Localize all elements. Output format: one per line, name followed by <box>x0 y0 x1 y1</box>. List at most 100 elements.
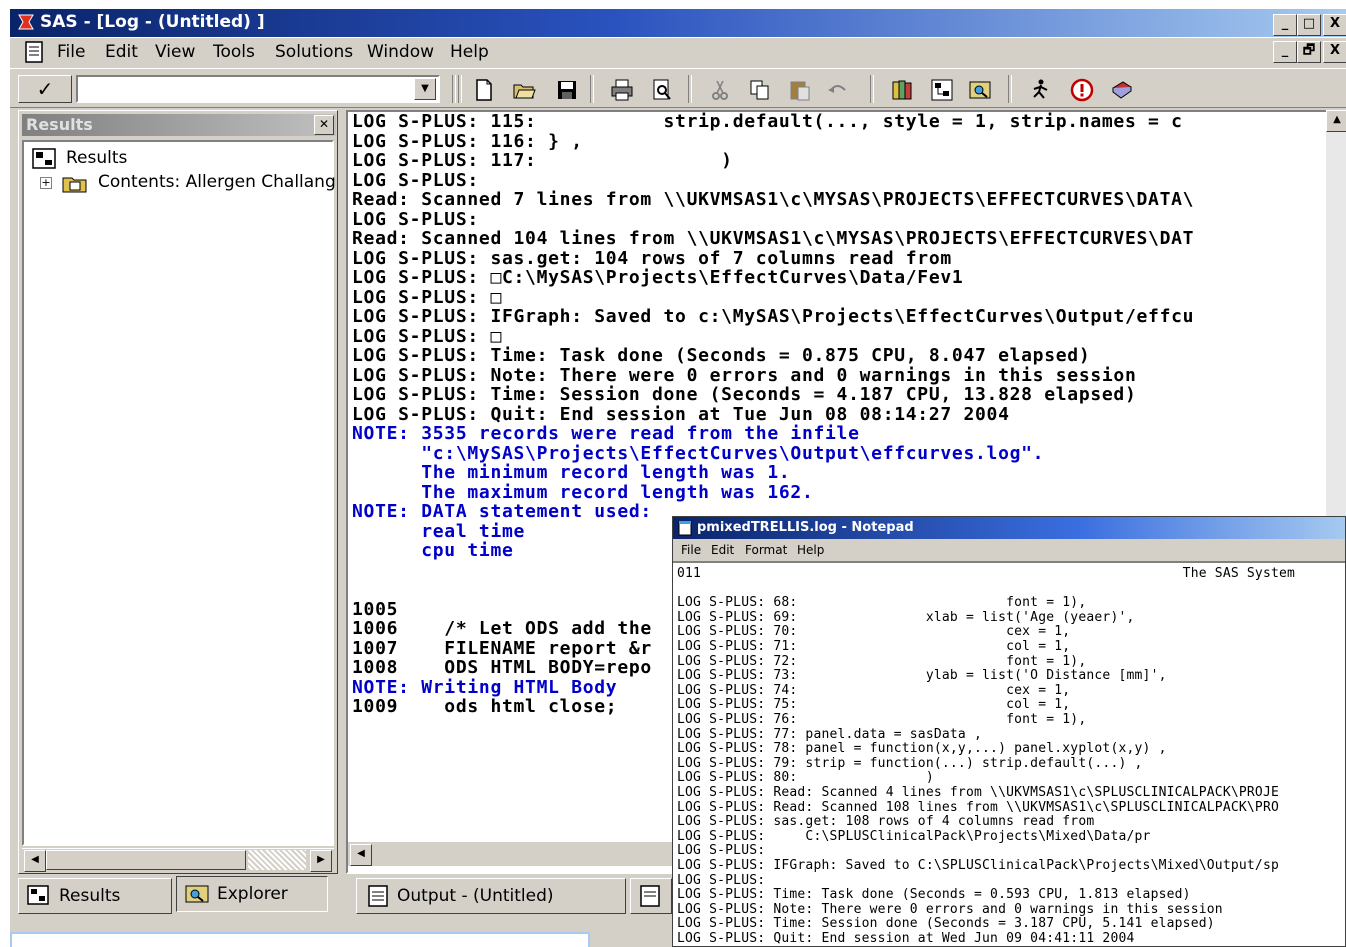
log-line: 1005 <box>352 598 399 620</box>
notepad-line: LOG S-PLUS: Read: Scanned 4 lines from \… <box>677 785 1279 800</box>
notepad-line: LOG S-PLUS: 68: font = 1), <box>677 595 1087 611</box>
scroll-up-button[interactable]: ▲ <box>1326 110 1346 132</box>
tab-output-label: Output - (Untitled) <box>397 886 554 906</box>
results-folder-icon <box>62 177 87 193</box>
notepad-line: LOG S-PLUS: 79: strip = function(...) st… <box>677 755 1143 771</box>
results-root-label[interactable]: Results <box>66 148 127 168</box>
results-hscrollbar[interactable]: ◀ ▶ <box>22 848 334 872</box>
doc-close-button[interactable]: X <box>1323 41 1346 63</box>
log-line: real time <box>352 520 526 542</box>
doc-minimize-button[interactable]: _ <box>1273 41 1297 63</box>
tab-output[interactable]: Output - (Untitled) <box>356 878 626 914</box>
log-line: LOG S-PLUS: □C:\MySAS\Projects\EffectCur… <box>352 267 964 288</box>
notepad-line: LOG S-PLUS: 71: col = 1, <box>677 639 1071 654</box>
toolbar-separator <box>458 75 462 103</box>
toolbar-separator <box>870 75 874 103</box>
command-box[interactable] <box>76 75 440 103</box>
scroll-right-button[interactable]: ▶ <box>310 850 332 872</box>
tab-explorer[interactable]: Explorer <box>176 876 328 912</box>
log-line: LOG S-PLUS: □ <box>352 286 502 308</box>
log-line: LOG S-PLUS: Note: There were 0 errors an… <box>352 364 1137 386</box>
tree-expander[interactable]: + <box>40 177 52 189</box>
menu-bar: File Edit View Tools Solutions Window He… <box>10 38 1346 68</box>
notepad-icon <box>678 521 692 536</box>
results-tab-icon <box>27 885 49 905</box>
notepad-text-area[interactable]: 011 The SAS System LOG S-PLUS: 68: font =… <box>673 561 1345 946</box>
toolbar: ✓ ▼ <box>10 68 1346 108</box>
print-preview-icon[interactable] <box>650 78 674 102</box>
menu-solutions[interactable]: Solutions <box>275 42 353 62</box>
doc-restore-button[interactable]: 🗗 <box>1297 41 1321 63</box>
libraries-icon[interactable] <box>890 78 914 102</box>
notepad-line: LOG S-PLUS: Read: Scanned 108 lines from… <box>677 799 1279 815</box>
minimize-button[interactable]: _ <box>1273 14 1297 36</box>
menu-tools[interactable]: Tools <box>213 42 255 62</box>
copy-icon[interactable] <box>748 78 772 102</box>
notepad-line: LOG S-PLUS: 74: cex = 1, <box>677 682 1071 698</box>
notepad-line: LOG S-PLUS: 73: ylab = list('O Distance … <box>677 668 1167 684</box>
open-folder-icon[interactable] <box>512 78 536 102</box>
tab-log[interactable] <box>630 878 672 914</box>
notepad-title-bar: pmixedTRELLIS.log - Notepad <box>673 517 1345 539</box>
log-line: The maximum record length was 162. <box>352 481 814 503</box>
running-man-icon[interactable] <box>1028 78 1052 102</box>
log-line: The minimum record length was 1. <box>352 462 791 483</box>
notepad-menu-help[interactable]: Help <box>797 543 824 557</box>
notepad-menu-format[interactable]: Format <box>745 543 787 557</box>
scroll-thumb[interactable] <box>46 850 246 870</box>
log-line: LOG S-PLUS: 115: strip.default(..., styl… <box>352 111 1183 132</box>
log-line: NOTE: Writing HTML Body <box>352 676 618 698</box>
notepad-line: LOG S-PLUS: Time: Session done (Seconds … <box>677 916 1215 932</box>
notepad-menu-file[interactable]: File <box>681 543 701 557</box>
menu-view[interactable]: View <box>155 42 195 62</box>
new-file-icon[interactable] <box>472 78 496 102</box>
results-tree: Results + Contents: Allergen Challang <box>22 140 336 846</box>
log-line: LOG S-PLUS: Time: Session done (Seconds … <box>352 384 1137 405</box>
printer-icon[interactable] <box>610 78 634 102</box>
help-book-icon[interactable] <box>1110 78 1134 102</box>
command-dropdown-button[interactable]: ▼ <box>414 78 436 100</box>
menu-help[interactable]: Help <box>450 42 489 62</box>
log-tab-icon <box>640 885 660 907</box>
results-pane-header: Results ✕ <box>22 114 336 136</box>
maximize-button[interactable]: □ <box>1297 14 1321 36</box>
log-line: Read: Scanned 7 lines from \\UKVMSAS1\c\… <box>352 189 1195 210</box>
tab-results[interactable]: Results <box>18 878 172 914</box>
menu-file[interactable]: File <box>57 42 85 62</box>
notepad-menu-edit[interactable]: Edit <box>711 543 734 557</box>
close-results-pane-button[interactable]: ✕ <box>314 115 334 135</box>
notepad-line: LOG S-PLUS: 76: font = 1), <box>677 712 1087 727</box>
log-line: LOG S-PLUS: Time: Task done (Seconds = 0… <box>352 345 1091 366</box>
break-alert-icon[interactable] <box>1070 78 1094 102</box>
window-title: SAS - [Log - (Untitled) ] <box>40 12 265 32</box>
log-line: cpu time <box>352 540 514 561</box>
find-results-icon[interactable] <box>968 78 992 102</box>
results-pane-title: Results <box>26 115 93 134</box>
menu-window[interactable]: Window <box>367 42 434 62</box>
notepad-line: LOG S-PLUS: IFGraph: Saved to C:\SPLUSCl… <box>677 858 1279 873</box>
log-line: NOTE: DATA statement used: <box>352 501 652 522</box>
notepad-line: LOG S-PLUS: Quit: End session at Wed Jun… <box>677 931 1135 946</box>
undo-icon[interactable] <box>825 78 849 102</box>
scroll-track[interactable] <box>248 850 306 870</box>
log-line: 1009 ods html close; <box>352 696 618 717</box>
notepad-window[interactable]: pmixedTRELLIS.log - Notepad File Edit Fo… <box>672 516 1346 947</box>
document-icon[interactable] <box>24 41 44 63</box>
results-contents-label[interactable]: Contents: Allergen Challang <box>98 172 336 192</box>
notepad-line: LOG S-PLUS: 78: panel = function(x,y,...… <box>677 741 1167 757</box>
scroll-left-button[interactable]: ◀ <box>24 850 46 872</box>
notepad-line: LOG S-PLUS: 77: panel.data = sasData , <box>677 726 983 742</box>
explorer-tree-icon[interactable] <box>930 78 954 102</box>
submit-check-button[interactable]: ✓ <box>18 75 72 103</box>
log-scroll-left-button[interactable]: ◀ <box>350 844 372 866</box>
toolbar-separator <box>452 75 456 103</box>
log-line: LOG S-PLUS: sas.get: 104 rows of 7 colum… <box>352 247 952 269</box>
log-line: LOG S-PLUS: <box>352 169 479 191</box>
save-disk-icon[interactable] <box>555 78 579 102</box>
tab-explorer-label: Explorer <box>217 884 288 904</box>
paste-icon[interactable] <box>788 78 812 102</box>
close-button[interactable]: X <box>1323 14 1346 36</box>
output-tab-icon <box>368 885 388 907</box>
menu-edit[interactable]: Edit <box>105 42 138 62</box>
scissors-icon[interactable] <box>708 78 732 102</box>
